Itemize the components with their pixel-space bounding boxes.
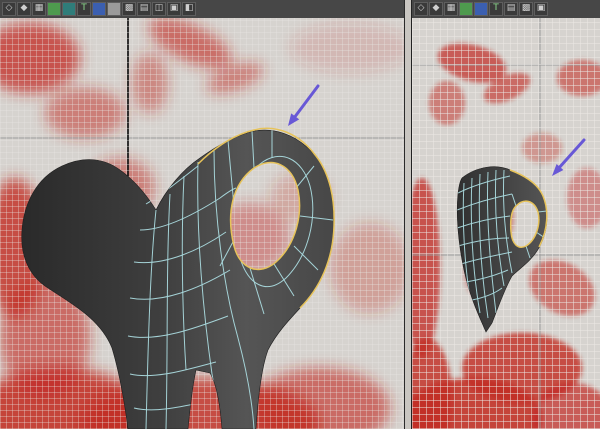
render-icon[interactable]: ▣	[534, 2, 548, 16]
layers-icon[interactable]: ▤	[137, 2, 151, 16]
layers-icon[interactable]: ▤	[504, 2, 518, 16]
toolbar-left: ◇ ◆ ▦ T ▩ ▤ ◫ ▣ ◧	[0, 0, 404, 18]
teal-swatch-icon[interactable]	[62, 2, 76, 16]
front-scene	[21, 84, 335, 429]
text-tool-icon[interactable]: T	[77, 2, 91, 16]
render-icon[interactable]: ▣	[167, 2, 181, 16]
magnet-icon[interactable]: ◧	[182, 2, 196, 16]
viewport-cube-icon[interactable]: ◇	[414, 2, 428, 16]
annotation-arrow-right	[552, 138, 586, 176]
mirror-icon[interactable]: ◫	[152, 2, 166, 16]
checker-icon[interactable]: ▩	[519, 2, 533, 16]
viewport-front[interactable]	[0, 18, 404, 429]
mask-mesh-object[interactable]	[456, 166, 548, 333]
blue-swatch-icon[interactable]	[474, 2, 488, 16]
shaded-cube-icon[interactable]: ◆	[429, 2, 443, 16]
viewport-splitter[interactable]	[404, 0, 412, 429]
toolbar-right: ◇ ◆ ▦ T ▤ ▩ ▣	[412, 0, 600, 18]
gray-swatch-icon[interactable]	[107, 2, 121, 16]
left-pane: ◇ ◆ ▦ T ▩ ▤ ◫ ▣ ◧	[0, 0, 404, 429]
text-tool-icon[interactable]: T	[489, 2, 503, 16]
green-swatch-icon[interactable]	[47, 2, 61, 16]
side-scene	[456, 138, 586, 333]
grid-snap-icon[interactable]: ▦	[444, 2, 458, 16]
green-swatch-icon[interactable]	[459, 2, 473, 16]
mesh-surface[interactable]	[21, 129, 335, 429]
checker-icon[interactable]: ▩	[122, 2, 136, 16]
viewport-cube-icon[interactable]: ◇	[2, 2, 16, 16]
right-pane: ◇ ◆ ▦ T ▤ ▩ ▣	[412, 0, 600, 429]
grid-snap-icon[interactable]: ▦	[32, 2, 46, 16]
mask-mesh-object[interactable]	[21, 126, 335, 429]
viewport-side[interactable]	[412, 18, 600, 429]
app-window: ◇ ◆ ▦ T ▩ ▤ ◫ ▣ ◧ ◇ ◆ ▦ T ▤ ▩ ▣	[0, 0, 600, 429]
annotation-arrow-left	[288, 84, 320, 126]
mesh-surface[interactable]	[456, 166, 548, 333]
shaded-cube-icon[interactable]: ◆	[17, 2, 31, 16]
blue-swatch-icon[interactable]	[92, 2, 106, 16]
